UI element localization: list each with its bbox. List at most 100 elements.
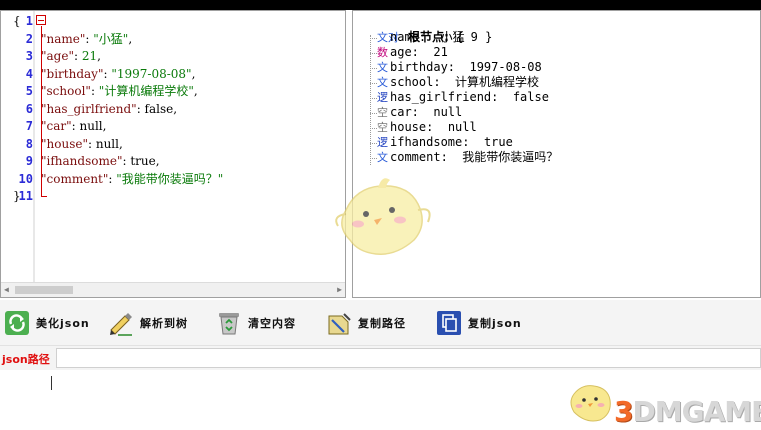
code-token: "计算机编程学校" (98, 84, 194, 98)
tree-node[interactable]: 空 house: null (377, 120, 477, 135)
tree-node[interactable]: 文 comment: 我能带你装逼吗？ (377, 150, 558, 165)
tree-branch-line (370, 158, 377, 159)
code-token: "小猛" (93, 31, 129, 46)
code-line: "school": "计算机编程学校", (41, 83, 198, 101)
tree-node-key: birthday: (390, 60, 456, 74)
tree-branch-line (370, 143, 377, 144)
clear-content-button[interactable]: 清空内容 (216, 308, 296, 338)
watermark-three: 3 (614, 395, 634, 428)
code-line: "house": null, (41, 136, 123, 154)
tree-node[interactable]: 文 name: 小猛 (377, 30, 465, 45)
text-caret (51, 376, 52, 390)
code-token: : (90, 84, 99, 98)
fold-guide-end (41, 196, 47, 197)
parse-to-tree-button[interactable]: 解析到树 (108, 308, 188, 338)
scroll-left-icon[interactable]: ◀ (4, 285, 9, 294)
code-token: } (13, 189, 21, 203)
line-number: 2 (25, 31, 33, 46)
code-token: "我能带你装逼吗？" (116, 171, 224, 186)
tree-node-value: null (433, 105, 463, 119)
tree-node-value: 计算机编程学校 (455, 75, 540, 89)
copy-json-label: 复制json (468, 317, 522, 330)
code-token: "name" (41, 31, 86, 46)
copy-path-button[interactable]: 复制路径 (326, 308, 406, 338)
str-type-icon: 文 (377, 76, 388, 89)
code-line: "has_girlfriend": false, (41, 101, 177, 119)
code-token: "car" (41, 119, 72, 133)
tree-branch-line (370, 113, 377, 114)
line-number: 10 (18, 171, 33, 186)
fold-guide (41, 26, 42, 196)
watermark-mascot-icon (570, 385, 611, 422)
tree-node-key: house: (390, 120, 434, 134)
tree-node[interactable]: 逻 has_girlfriend: false (377, 90, 549, 105)
json-editor[interactable]: 1 2 3 4 5 6 7 8 9 10 11 {"name": "小猛", "age": 21, "b… (0, 10, 346, 298)
line-number: 6 (25, 101, 33, 116)
watermark-text: DMGAME (632, 395, 761, 428)
line-number: 5 (25, 84, 33, 98)
code-token: : (73, 49, 82, 63)
tree-node[interactable]: 空 car: null (377, 105, 462, 120)
tree-guide-line (370, 35, 371, 165)
tree-node-key: comment: (390, 150, 448, 164)
tree-node[interactable]: 文 school: 计算机编程学校 (377, 75, 539, 90)
window-top-strip (0, 0, 761, 10)
code-line: } (13, 188, 21, 206)
code-token: "ifhandsome" (41, 154, 123, 168)
tree-branch-line (370, 53, 377, 54)
code-token: : true, (122, 154, 160, 168)
tree-node[interactable]: 数 age: 21 (377, 45, 448, 60)
tree-node-value: 21 (433, 45, 448, 59)
fold-toggle-icon[interactable] (36, 15, 46, 25)
code-line: { (13, 13, 21, 31)
json-path-input[interactable] (56, 348, 761, 368)
refresh-icon (5, 311, 29, 335)
tree-node[interactable]: 文 birthday: 1997-08-08 (377, 60, 542, 75)
scrollbar-thumb[interactable] (15, 286, 73, 294)
code-token: "house" (41, 136, 88, 151)
line-number: 3 (25, 49, 33, 63)
null-type-icon: 空 (377, 106, 388, 119)
code-token: , (193, 84, 198, 98)
horizontal-scrollbar[interactable]: ◀ ▶ (1, 282, 345, 297)
str-type-icon: 文 (377, 31, 388, 44)
code-token: , (128, 31, 133, 46)
code-token: : null, (71, 119, 107, 133)
line-number: 4 (25, 66, 33, 81)
tree-node-key: car: (390, 105, 419, 119)
bool-type-icon: 逻 (377, 136, 388, 149)
tree-node-key: ifhandsome: (390, 135, 470, 149)
tree-branch-line (370, 38, 377, 39)
tree-node-key: age: (390, 45, 419, 59)
tree-node-value: true (483, 135, 513, 149)
line-number: 8 (25, 136, 33, 151)
toolbar: 美化json 解析到树 清空内容 复制路径 复制json (0, 300, 761, 346)
tree-node-value: null (447, 120, 477, 134)
code-token: , (97, 49, 101, 63)
code-line: "name": "小猛", (41, 31, 132, 49)
code-line: "comment": "我能带你装逼吗？" (41, 171, 223, 189)
code-token: "1997-08-08" (111, 66, 192, 81)
code-token: { (13, 14, 21, 28)
code-token: "comment" (41, 171, 109, 186)
tree-node-key: has_girlfriend: (390, 90, 499, 104)
tree-branch-line (370, 98, 377, 99)
line-number: 7 (25, 119, 33, 133)
code-token: , (191, 66, 196, 81)
tree-node-value: 1997-08-08 (469, 60, 542, 74)
clear-content-label: 清空内容 (248, 317, 296, 330)
copy-path-label: 复制路径 (358, 317, 406, 330)
pen-icon (110, 313, 132, 336)
scroll-right-icon[interactable]: ▶ (337, 285, 342, 294)
copy-json-button[interactable]: 复制json (436, 308, 522, 338)
recycle-bin-icon (219, 313, 239, 335)
code-line: "age": 21, (41, 48, 101, 66)
tree-node[interactable]: 逻 ifhandsome: true (377, 135, 513, 150)
tree-branch-line (370, 128, 377, 129)
tree-node-key: school: (390, 75, 441, 89)
tree-node-value: false (512, 90, 549, 104)
null-type-icon: 空 (377, 121, 388, 134)
str-type-icon: 文 (377, 61, 388, 74)
code-token: "has_girlfriend" (41, 101, 137, 116)
beautify-json-button[interactable]: 美化json (4, 308, 90, 338)
